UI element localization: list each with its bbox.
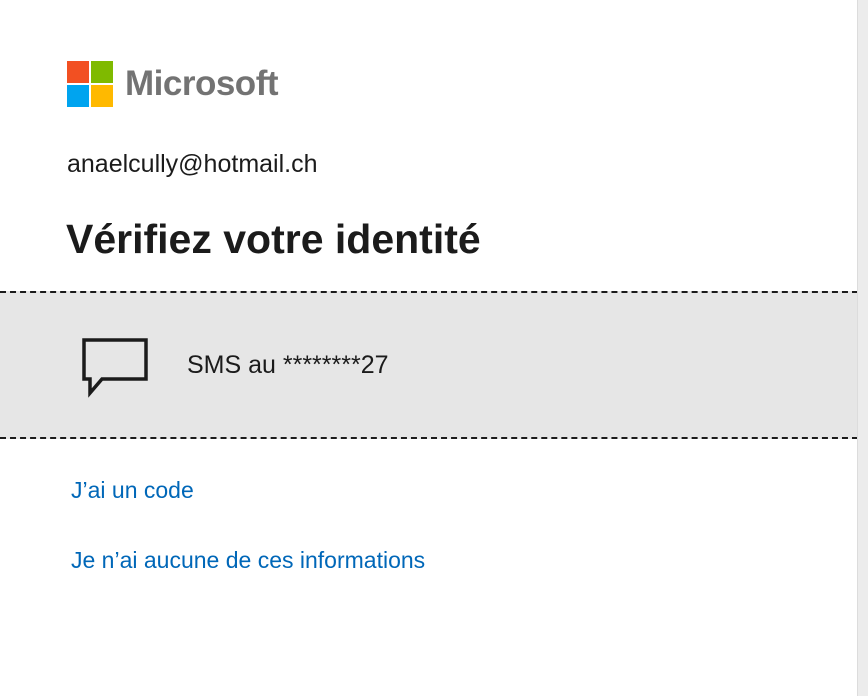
- verification-option-label: SMS au ********27: [187, 351, 389, 379]
- logo-square-green: [91, 60, 113, 83]
- logo-square-yellow: [91, 84, 113, 107]
- window-edge: [857, 0, 868, 696]
- logo-square-red: [67, 60, 89, 83]
- no-info-link[interactable]: Je n’ai aucune de ces informations: [71, 547, 425, 574]
- microsoft-logo-icon: [67, 60, 113, 107]
- verification-option-sms[interactable]: SMS au ********27: [0, 291, 858, 439]
- chat-bubble-icon: [82, 338, 148, 398]
- verification-page: Microsoft anaelcully@hotmail.ch Vérifiez…: [0, 0, 868, 696]
- account-email: anaelcully@hotmail.ch: [67, 150, 318, 178]
- page-title: Vérifiez votre identité: [66, 216, 481, 262]
- logo-square-blue: [67, 84, 89, 107]
- microsoft-logo: Microsoft: [67, 60, 279, 107]
- have-code-link[interactable]: J’ai un code: [71, 477, 194, 504]
- logo-wordmark: Microsoft: [125, 63, 279, 103]
